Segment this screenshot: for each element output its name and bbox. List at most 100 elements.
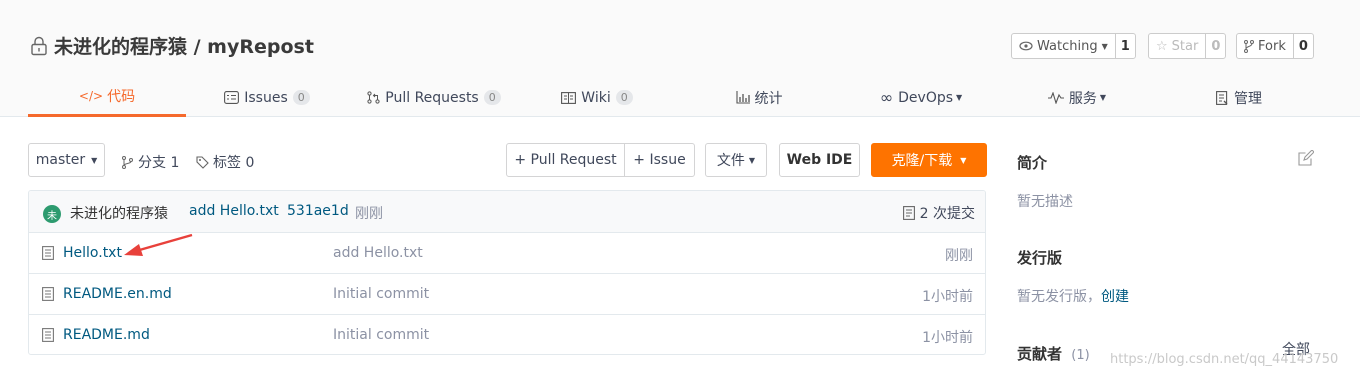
tab-service[interactable]: 服务 ▼ <box>1044 78 1110 117</box>
commit-author[interactable]: 未进化的程序猿 <box>70 203 168 223</box>
pr-count-badge: 0 <box>483 90 501 105</box>
tab-stats[interactable]: 统计 <box>730 78 788 117</box>
repo-header: 未进化的程序猿 / myRepost Watching ▼ 1 ☆ Star 0… <box>0 0 1360 117</box>
release-title: 发行版 <box>1017 249 1063 267</box>
stats-icon <box>735 91 750 104</box>
commits-link[interactable]: 2 次提交 <box>902 203 975 223</box>
code-icon: </> <box>78 89 104 103</box>
file-commit-message[interactable]: Initial commit <box>333 286 429 302</box>
tab-label: 统计 <box>754 90 783 107</box>
tab-label: Issues <box>244 89 288 106</box>
repo-toolbar: master ▼ 分支 1 标签 0 + Pull Request + Issu… <box>28 142 988 177</box>
create-release-link[interactable]: 创建 <box>1101 289 1129 305</box>
latest-commit: 未 未进化的程序猿 add Hello.txt 531ae1d 刚刚 2 次提交 <box>29 191 985 233</box>
new-pull-request-button[interactable]: + Pull Request <box>506 143 625 177</box>
caret-down-icon: ▼ <box>1101 41 1108 51</box>
tab-code[interactable]: </> 代码 <box>28 78 186 117</box>
tab-pull-requests[interactable]: Pull Requests 0 <box>366 78 502 117</box>
star-count: 0 <box>1211 38 1221 54</box>
release-empty-text: 暂无发行版， <box>1017 289 1101 305</box>
watch-button[interactable]: Watching ▼ 1 <box>1011 33 1136 59</box>
wiki-count-badge: 0 <box>615 90 633 105</box>
annotation-arrow <box>124 233 193 256</box>
file-commit-message[interactable]: Initial commit <box>333 327 429 343</box>
watch-label: Watching <box>1037 38 1098 54</box>
file-icon <box>42 328 54 342</box>
button-label: Web IDE <box>786 152 853 168</box>
tab-devops[interactable]: ∞ DevOps ▼ <box>871 78 971 117</box>
tags-count: 标签 0 <box>213 155 255 171</box>
fork-count: 0 <box>1298 38 1308 54</box>
branches-link[interactable]: 分支 1 <box>122 152 179 172</box>
file-row[interactable]: README.en.md Initial commit 1小时前 <box>29 274 985 315</box>
caret-down-icon: ▼ <box>960 155 967 165</box>
file-name[interactable]: README.en.md <box>63 286 172 302</box>
commit-message[interactable]: add Hello.txt <box>189 203 279 219</box>
branch-icon <box>122 155 133 169</box>
contributors-label: 贡献者 <box>1017 345 1063 363</box>
file-row[interactable]: README.md Initial commit 1小时前 <box>29 315 985 354</box>
tab-wiki[interactable]: Wiki 0 <box>559 78 635 117</box>
file-commit-message[interactable]: add Hello.txt <box>333 245 423 261</box>
fork-label: Fork <box>1258 38 1286 54</box>
fork-icon <box>1244 39 1254 53</box>
branch-name: master <box>35 152 86 168</box>
repo-tabs: </> 代码 Issues 0 Pull Requests 0 Wiki 0 统… <box>28 78 1338 117</box>
tab-issues[interactable]: Issues 0 <box>224 78 310 117</box>
branch-select[interactable]: master ▼ <box>28 143 105 177</box>
file-name[interactable]: Hello.txt <box>63 245 122 261</box>
file-time: 1小时前 <box>922 289 973 305</box>
watch-count: 1 <box>1120 38 1130 54</box>
service-icon <box>1047 91 1064 104</box>
file-browser: 未 未进化的程序猿 add Hello.txt 531ae1d 刚刚 2 次提交… <box>28 190 986 355</box>
caret-down-icon: ▼ <box>1099 93 1107 102</box>
tab-label: 管理 <box>1234 90 1262 107</box>
tag-icon <box>196 155 209 169</box>
clone-download-button[interactable]: 克隆/下载 ▼ <box>871 143 987 177</box>
lock-icon <box>31 36 47 55</box>
branches-count: 分支 1 <box>138 155 180 171</box>
star-button[interactable]: ☆ Star 0 <box>1148 33 1227 59</box>
issues-count-badge: 0 <box>292 90 310 105</box>
tab-label: 服务 <box>1068 90 1097 107</box>
wiki-icon <box>561 91 577 104</box>
button-label: + Issue <box>633 152 686 168</box>
star-icon: ☆ <box>1156 38 1168 54</box>
intro-title: 简介 <box>1017 154 1048 172</box>
avatar[interactable]: 未 <box>43 205 61 223</box>
caret-down-icon: ▼ <box>956 93 963 102</box>
intro-text: 暂无描述 <box>1017 194 1073 210</box>
file-icon <box>42 287 54 301</box>
button-label: 文件 <box>716 153 745 169</box>
button-label: + Pull Request <box>514 152 617 168</box>
manage-icon <box>1216 90 1228 105</box>
star-label: Star <box>1171 38 1199 54</box>
tab-manage[interactable]: 管理 <box>1211 78 1267 117</box>
caret-down-icon: ▼ <box>748 155 756 165</box>
commit-time: 刚刚 <box>355 206 383 222</box>
commit-sha[interactable]: 531ae1d <box>287 203 349 219</box>
pull-request-icon <box>367 91 380 104</box>
tab-label: DevOps <box>898 89 954 106</box>
commits-icon <box>902 206 915 220</box>
contributors-count: (1) <box>1071 348 1090 363</box>
file-name[interactable]: README.md <box>63 327 150 343</box>
edit-icon[interactable] <box>1298 150 1314 166</box>
contributors-title: 贡献者 (1) <box>1017 343 1090 364</box>
tab-label: Pull Requests <box>385 89 479 106</box>
web-ide-button[interactable]: Web IDE <box>779 143 860 177</box>
repo-title: 未进化的程序猿 / myRepost <box>30 32 314 59</box>
tab-label: Wiki <box>581 89 611 106</box>
new-issue-button[interactable]: + Issue <box>624 143 695 177</box>
issues-icon <box>224 91 240 104</box>
tags-link[interactable]: 标签 0 <box>196 152 254 172</box>
file-time: 刚刚 <box>945 248 973 264</box>
file-menu-button[interactable]: 文件 ▼ <box>705 143 767 177</box>
repo-name[interactable]: 未进化的程序猿 / myRepost <box>54 32 314 59</box>
file-time: 1小时前 <box>922 330 973 346</box>
fork-button[interactable]: Fork 0 <box>1236 33 1314 59</box>
eye-icon <box>1019 41 1033 51</box>
tab-label: 代码 <box>107 89 136 105</box>
file-icon <box>42 246 54 260</box>
devops-icon: ∞ <box>879 88 894 107</box>
